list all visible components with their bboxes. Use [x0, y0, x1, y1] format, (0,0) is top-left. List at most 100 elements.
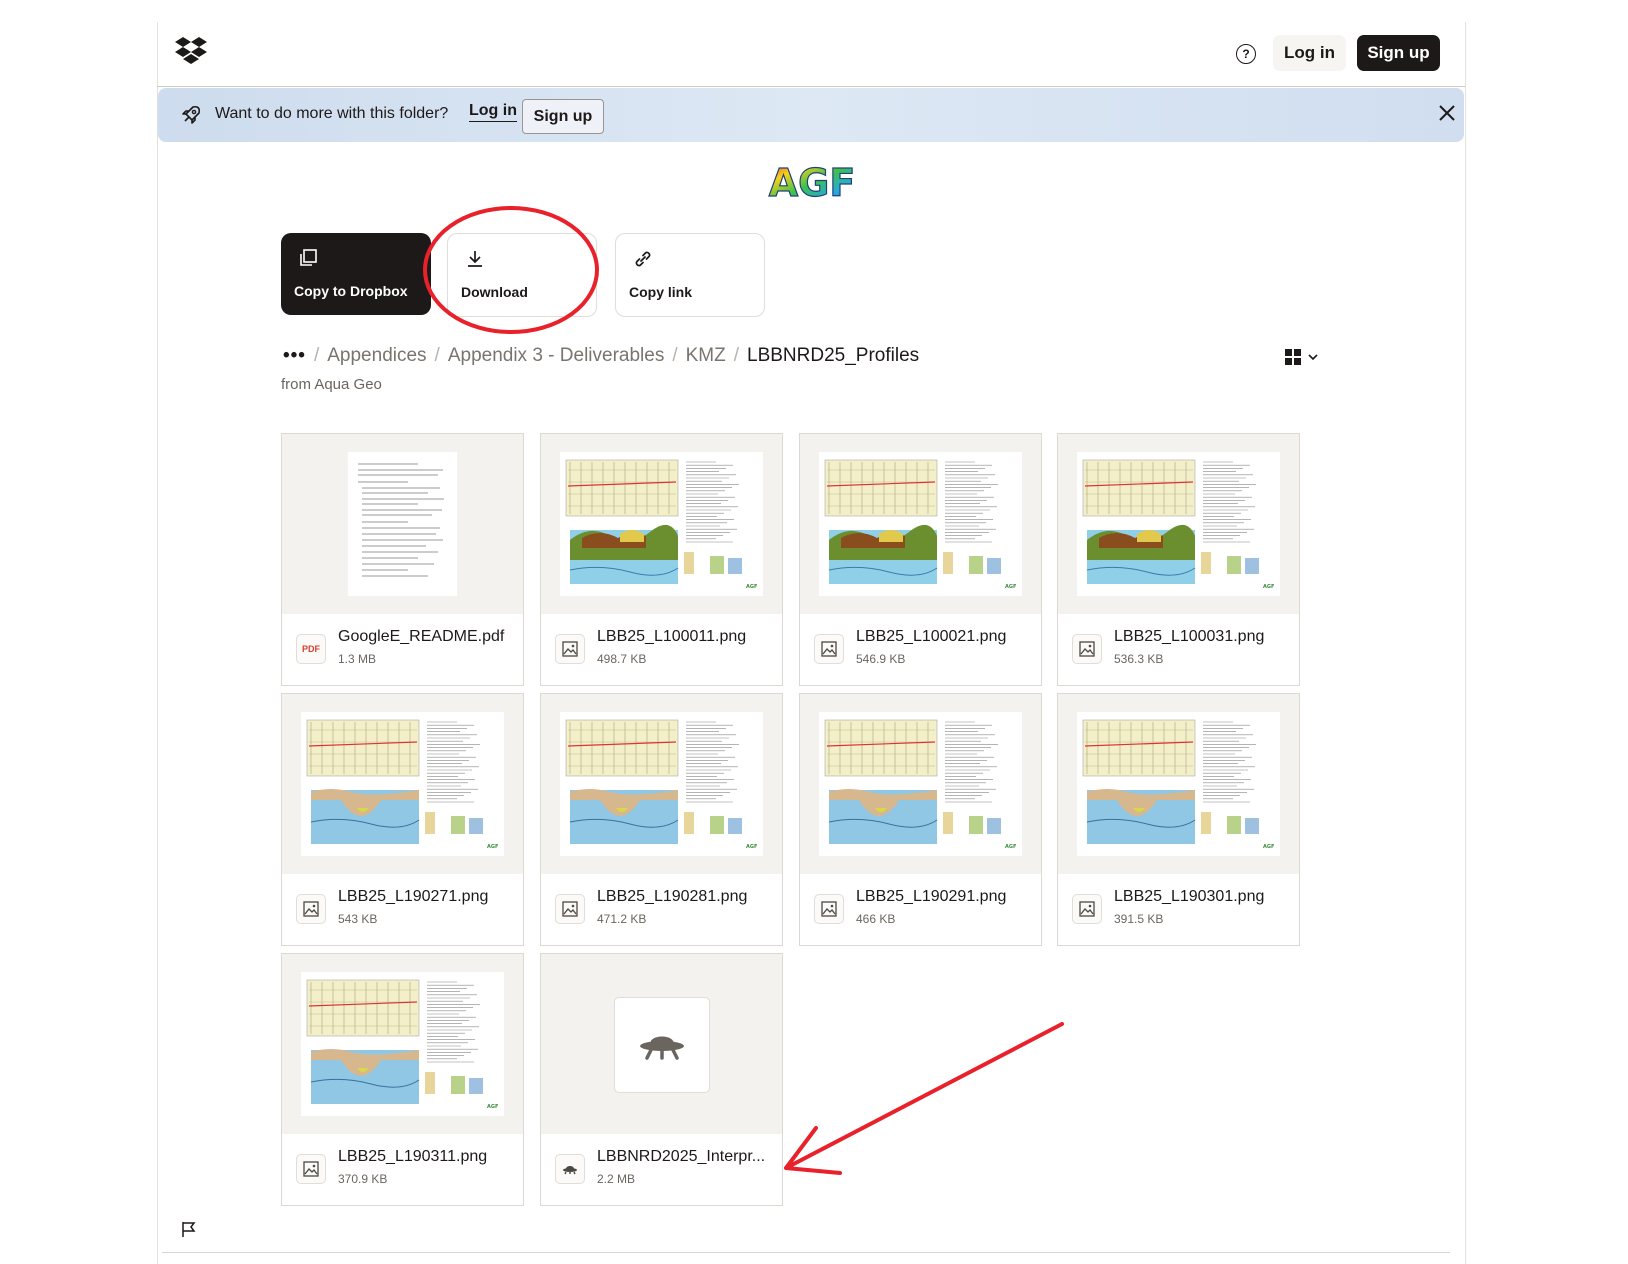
file-thumbnail: AGF — [541, 694, 782, 874]
promo-banner: Want to do more with this folder? Log in… — [158, 88, 1464, 142]
file-thumbnail: AGF — [1058, 434, 1299, 614]
copy-icon — [300, 249, 317, 266]
file-size: 391.5 KB — [1114, 912, 1164, 926]
image-file-icon — [296, 1154, 326, 1184]
copy-to-dropbox-button[interactable]: Copy to Dropbox — [281, 233, 431, 315]
header-signup-button[interactable]: Sign up — [1357, 35, 1440, 71]
file-name: GoogleE_README.pdf — [338, 628, 505, 645]
image-file-icon — [1072, 894, 1102, 924]
file-name: LBB25_L190271.png — [338, 888, 489, 905]
file-size: 471.2 KB — [597, 912, 647, 926]
svg-text:AGF: AGF — [1005, 584, 1016, 590]
file-thumbnail — [541, 954, 782, 1134]
image-file-icon — [814, 894, 844, 924]
breadcrumb-item[interactable]: KMZ — [686, 345, 726, 366]
file-name: LBB25_L190281.png — [597, 888, 748, 905]
profile-map-preview: AGF — [819, 712, 1022, 856]
question-mark-icon[interactable]: ? — [1236, 44, 1256, 64]
image-file-icon — [555, 634, 585, 664]
file-thumbnail: AGF — [1058, 694, 1299, 874]
file-card[interactable]: AGF LBB25_L190281.png 471.2 KB — [540, 693, 783, 946]
image-file-icon — [296, 894, 326, 924]
svg-text:AGF: AGF — [746, 844, 757, 850]
breadcrumb-item[interactable]: Appendices — [327, 345, 426, 366]
file-thumbnail — [282, 434, 523, 614]
file-size: 1.3 MB — [338, 652, 377, 666]
file-name: LBBNRD2025_Interpr... — [597, 1148, 766, 1165]
file-meta: PDF GoogleE_README.pdf 1.3 MB — [282, 614, 523, 685]
profile-map-preview: AGF — [1077, 452, 1280, 596]
file-name: LBB25_L190291.png — [856, 888, 1007, 905]
agf-brand-logo: AGF — [768, 163, 856, 203]
rocket-icon — [182, 105, 201, 124]
file-name: LBB25_L190311.png — [338, 1148, 488, 1165]
banner-login-link[interactable]: Log in — [469, 102, 517, 122]
folder-owner: from Aqua Geo — [281, 376, 382, 393]
profile-map-preview: AGF — [301, 972, 504, 1116]
file-name: LBB25_L100031.png — [1114, 628, 1265, 645]
breadcrumb: ••• / Appendices / Appendix 3 - Deliverables… — [283, 345, 920, 366]
file-card[interactable]: AGF LBB25_L100031.png 536.3 KB — [1057, 433, 1300, 686]
grid-view-toggle-icon[interactable] — [1285, 348, 1325, 366]
banner-signup-button[interactable]: Sign up — [522, 99, 604, 134]
header-login-button[interactable]: Log in — [1273, 35, 1346, 71]
flag-icon[interactable] — [180, 1220, 198, 1238]
svg-text:AGF: AGF — [487, 844, 498, 850]
file-card[interactable]: AGF LBB25_L190271.png 543 KB — [281, 693, 524, 946]
unknown-file-tile — [614, 997, 710, 1093]
dropbox-logo-icon[interactable] — [175, 36, 207, 64]
file-meta: LBBNRD2025_Interpr... 2.2 MB — [541, 1134, 782, 1205]
copy-link-label: Copy link — [629, 284, 693, 300]
file-name: LBB25_L100021.png — [856, 628, 1007, 645]
file-size: 466 KB — [856, 912, 896, 926]
file-card[interactable]: AGF LBB25_L190301.png 391.5 KB — [1057, 693, 1300, 946]
file-card[interactable]: PDF GoogleE_README.pdf 1.3 MB — [281, 433, 524, 686]
footer-divider — [162, 1252, 1450, 1253]
breadcrumb-item[interactable]: Appendix 3 - Deliverables — [448, 345, 665, 366]
banner-text: Want to do more with this folder? — [215, 105, 449, 122]
file-meta: LBB25_L100011.png 498.7 KB — [541, 614, 782, 685]
profile-map-preview: AGF — [1077, 712, 1280, 856]
file-size: 2.2 MB — [597, 1172, 636, 1186]
close-icon[interactable] — [1436, 102, 1458, 124]
top-header: ? Log in Sign up — [157, 22, 1465, 87]
file-size: 543 KB — [338, 912, 378, 926]
file-meta: LBB25_L190311.png 370.9 KB — [282, 1134, 523, 1205]
file-size: 546.9 KB — [856, 652, 906, 666]
ufo-icon — [555, 1154, 585, 1184]
breadcrumb-current: LBBNRD25_Profiles — [747, 345, 920, 366]
pdf-file-icon: PDF — [296, 634, 326, 664]
file-meta: LBB25_L100031.png 536.3 KB — [1058, 614, 1299, 685]
profile-map-preview: AGF — [560, 452, 763, 596]
file-card[interactable]: AGF LBB25_L100011.png 498.7 KB — [540, 433, 783, 686]
image-file-icon — [555, 894, 585, 924]
profile-map-preview: AGF — [819, 452, 1022, 596]
link-icon — [635, 251, 651, 267]
file-size: 536.3 KB — [1114, 652, 1164, 666]
file-thumbnail: AGF — [282, 954, 523, 1134]
copy-link-button[interactable]: Copy link — [615, 233, 765, 317]
file-card[interactable]: LBBNRD2025_Interpr... 2.2 MB — [540, 953, 783, 1206]
file-card[interactable]: AGF LBB25_L190291.png 466 KB — [799, 693, 1042, 946]
svg-text:AGF: AGF — [746, 584, 757, 590]
download-button[interactable]: Download — [447, 233, 597, 317]
file-thumbnail: AGF — [800, 434, 1041, 614]
copy-to-dropbox-label: Copy to Dropbox — [294, 283, 408, 299]
svg-text:AGF: AGF — [1263, 584, 1274, 590]
pdf-page-preview — [348, 452, 457, 596]
file-name: LBB25_L100011.png — [597, 628, 747, 645]
file-thumbnail: AGF — [800, 694, 1041, 874]
file-meta: LBB25_L190301.png 391.5 KB — [1058, 874, 1299, 945]
svg-text:AGF: AGF — [769, 163, 856, 203]
file-size: 498.7 KB — [597, 652, 647, 666]
svg-text:AGF: AGF — [1005, 844, 1016, 850]
file-thumbnail: AGF — [541, 434, 782, 614]
file-meta: LBB25_L190291.png 466 KB — [800, 874, 1041, 945]
file-card[interactable]: AGF LBB25_L100021.png 546.9 KB — [799, 433, 1042, 686]
download-icon — [468, 251, 482, 267]
file-meta: LBB25_L100021.png 546.9 KB — [800, 614, 1041, 685]
file-meta: LBB25_L190281.png 471.2 KB — [541, 874, 782, 945]
download-label: Download — [461, 284, 528, 300]
breadcrumb-overflow-button[interactable]: ••• — [283, 345, 306, 366]
file-card[interactable]: AGF LBB25_L190311.png 370.9 KB — [281, 953, 524, 1206]
